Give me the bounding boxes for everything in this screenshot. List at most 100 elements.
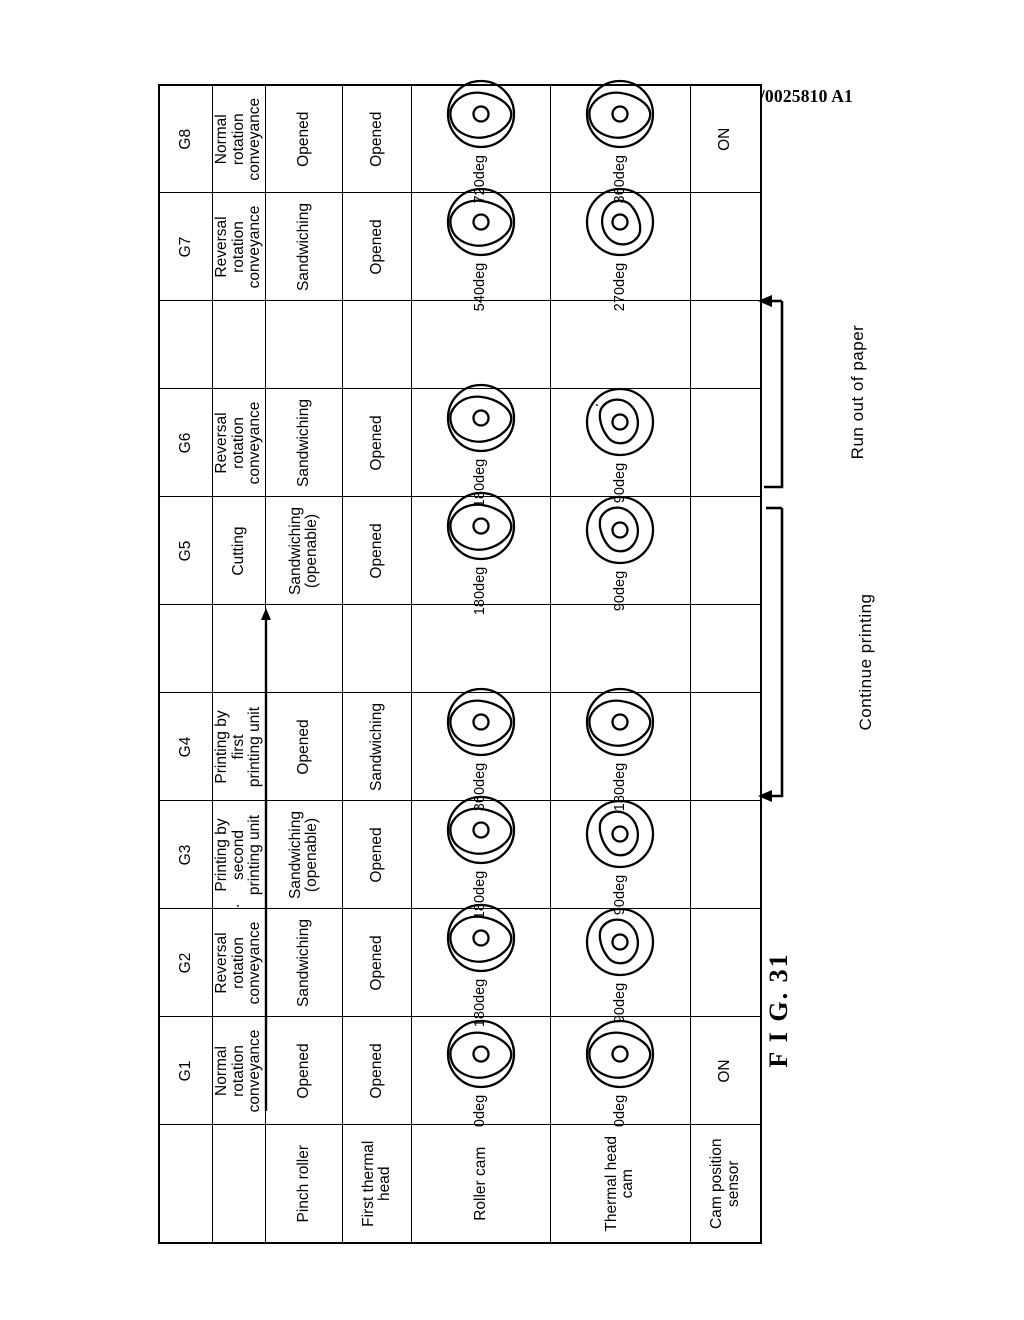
cell-g8-fth: Opened: [342, 85, 412, 193]
cell-g4-rollercam: 360deg: [411, 687, 551, 811]
mode-lines-g1: Normal rotation conveyance: [213, 1029, 264, 1113]
spacer-mode-b: [212, 301, 266, 389]
row-label-first-thermal-head: First thermal head: [342, 1125, 412, 1243]
spacer-pinch-a: [265, 605, 343, 693]
cell-g2-sensor: [690, 909, 761, 1017]
row-label-roller-cam: Roller cam: [411, 1125, 551, 1243]
table-row-mode: Normal rotation conveyance Reversal rotatio…: [212, 85, 266, 1243]
thermal-head-cam-deg-g8: 360deg: [611, 155, 628, 204]
bracket-arrowhead-lower: [758, 790, 772, 802]
group-id-g2: G2: [159, 909, 213, 1017]
spacer-fth-a: [342, 605, 412, 693]
thermal-head-cam-deg-g2: 90deg: [611, 982, 628, 1024]
cell-g8-sensor: ON: [690, 85, 761, 193]
thermal-head-cam-icon-g1: [581, 1015, 659, 1093]
table-row-group-ids: G1 G2 G3 G4 G5 G6 G7 G8: [159, 85, 213, 1243]
cell-g1-sensor: ON: [690, 1017, 761, 1125]
cell-g3-pinch: Sandwiching (openable): [265, 801, 343, 909]
group-id-g8: G8: [159, 85, 213, 193]
cell-g2-rollercam: 180deg: [411, 903, 551, 1027]
run-out-of-paper-text: Run out of paper: [848, 324, 867, 460]
cell-g7-rollercam: 540deg: [411, 187, 551, 311]
roller-cam-icon-g4: [442, 683, 520, 761]
roller-cam-deg-g3: 180deg: [472, 870, 489, 920]
cell-g1-pinch: Opened: [265, 1017, 343, 1125]
spacer-cell-a: [159, 605, 213, 693]
table-row-cam-position-sensor: Cam position sensor ON ON: [690, 85, 761, 1243]
row-label-cam-position-sensor: Cam position sensor: [690, 1125, 761, 1243]
scan-artifact-dot: [237, 905, 239, 907]
figure-caption-container: F I G. 31: [764, 940, 904, 1080]
spacer-cell-b: [159, 301, 213, 389]
continue-printing-text: Continue printing: [856, 593, 875, 731]
cell-g8-rollercam: 720deg: [411, 79, 551, 203]
mode-lines-g5: Cutting: [229, 526, 247, 576]
state-table: G1 G2 G3 G4 G5 G6 G7 G8 Normal rotation co…: [158, 79, 762, 1244]
group-id-g7: G7: [159, 193, 213, 301]
roller-cam-deg-g7: 540deg: [472, 262, 489, 312]
roller-cam-deg-g1: 0deg: [472, 1094, 489, 1128]
thermal-head-cam-deg-g3: 90deg: [611, 874, 628, 916]
cell-g4-pinch: Opened: [265, 693, 343, 801]
cell-g7-mode: Reversal rotation conveyance: [212, 193, 266, 301]
spacer-fth-b: [342, 301, 412, 389]
mode-lines-g3: Printing by second printing unit: [213, 814, 264, 896]
group-id-g4: G4: [159, 693, 213, 801]
spacer-rollercam-b: [411, 301, 551, 389]
cell-g6-mode: Reversal rotation conveyance: [212, 389, 266, 497]
cell-g1-thcam: 0deg: [550, 1015, 691, 1128]
group-id-g3: G3: [159, 801, 213, 909]
cell-g5-mode: Cutting: [212, 497, 266, 605]
thermal-head-cam-deg-g1: 0deg: [611, 1094, 628, 1128]
roller-cam-deg-g2: 180deg: [472, 978, 489, 1028]
row-label-thermal-head-cam: Thermal head cam: [550, 1125, 691, 1243]
cell-g6-rollercam: 180deg: [411, 383, 551, 507]
group-id-g1: G1: [159, 1017, 213, 1125]
spacer-rollercam-a: [411, 605, 551, 693]
cell-g7-pinch: Sandwiching: [265, 193, 343, 301]
cell-g2-thcam: 90deg: [550, 907, 691, 1023]
roller-cam-icon-g6: [442, 379, 520, 457]
mode-lines-g7: Reversal rotation conveyance: [213, 205, 264, 289]
cell-g8-thcam: 360deg: [550, 79, 691, 203]
spacer-pinch-b: [265, 301, 343, 389]
cell-g5-fth: Opened: [342, 497, 412, 605]
figure-31: G1 G2 G3 G4 G5 G6 G7 G8 Normal rotation co…: [158, 79, 762, 1244]
group-id-g5: G5: [159, 497, 213, 605]
thermal-head-cam-deg-g6: 90deg: [611, 462, 628, 504]
roller-cam-deg-g8: 720deg: [472, 155, 489, 204]
group-id-g6: G6: [159, 389, 213, 497]
pinch-lines-g5: Sandwiching (openable): [286, 507, 321, 595]
cell-g5-thcam: 90deg: [550, 495, 691, 611]
cell-g2-mode: Reversal rotation conveyance: [212, 909, 266, 1017]
thermal-head-cam-icon-g6: [581, 383, 659, 461]
thermal-head-cam-icon-g8: [581, 75, 659, 153]
mode-lines-g4: Printing by first printing unit: [213, 706, 264, 788]
figure-caption: F I G. 31: [764, 952, 793, 1068]
cell-g7-thcam: 270deg: [550, 187, 691, 311]
mode-lines-g2: Reversal rotation conveyance: [213, 921, 264, 1005]
spacer-sensor-b: [690, 301, 761, 389]
cell-g4-fth: Sandwiching: [342, 693, 412, 801]
state-table-rotated: G1 G2 G3 G4 G5 G6 G7 G8 Normal rotation co…: [158, 79, 762, 1244]
cell-g6-sensor: [690, 389, 761, 497]
spacer-mode-a: [212, 605, 266, 693]
bracket-label-continue-printing: Continue printing: [766, 560, 966, 760]
cell-g4-thcam: 180deg: [550, 687, 691, 811]
table-row-pinch-roller: Pinch roller Opened Sandwiching Sandwich…: [265, 85, 343, 1243]
row-label-pinch-roller: Pinch roller: [265, 1125, 343, 1243]
spacer-thcam-a: [550, 605, 691, 693]
pinch-lines-g3: Sandwiching (openable): [286, 811, 321, 899]
cell-g4-mode: Printing by first printing unit: [212, 693, 266, 801]
scan-artifact-dot-2: [596, 404, 598, 406]
cell-g4-sensor: [690, 693, 761, 801]
cell-g6-fth: Opened: [342, 389, 412, 497]
spacer-sensor-a: [690, 605, 761, 693]
cell-g1-fth: Opened: [342, 1017, 412, 1125]
thermal-head-cam-icon-g4: [581, 683, 659, 761]
cell-g8-mode: Normal rotation conveyance: [212, 85, 266, 193]
thermal-head-cam-deg-g7: 270deg: [611, 262, 628, 312]
cell-g3-sensor: [690, 801, 761, 909]
corner-cell: [159, 1125, 213, 1243]
spacer-thcam-b: [550, 301, 691, 389]
